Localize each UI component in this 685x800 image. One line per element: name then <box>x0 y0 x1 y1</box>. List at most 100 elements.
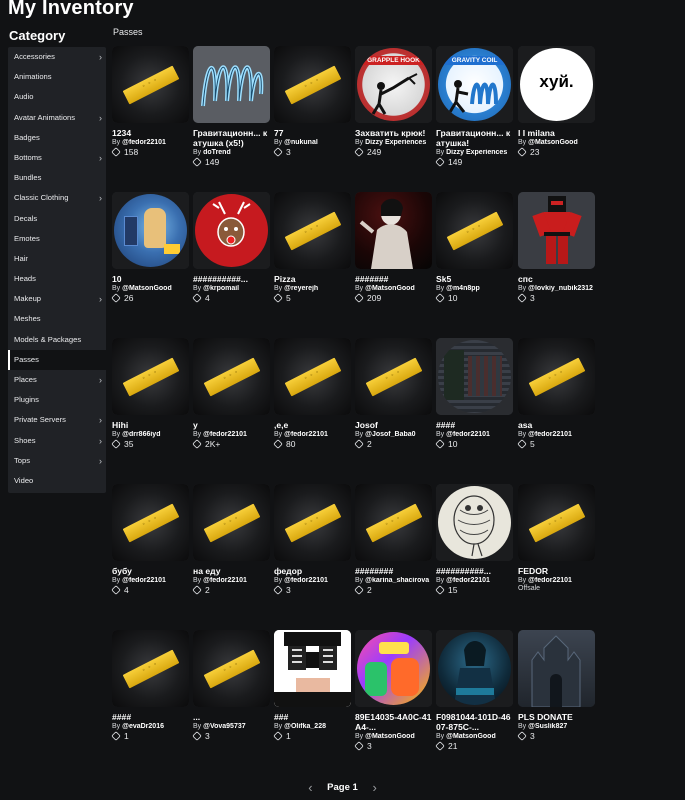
item-card[interactable]: ##########... By @fedor22101 15 <box>435 484 514 614</box>
item-name[interactable]: ,e,e <box>274 420 352 430</box>
item-thumbnail[interactable] <box>112 46 189 123</box>
category-item-private-servers[interactable]: Private Servers › <box>8 410 106 430</box>
item-card[interactable]: 89E14035-4A0C-41A4-... By @MatsonGood 3 <box>354 630 433 760</box>
item-card[interactable]: PizzaBy @reyerejh5 <box>273 192 352 322</box>
item-thumbnail[interactable] <box>193 630 270 707</box>
creator-link[interactable]: @Josof_Baba0 <box>365 431 415 438</box>
item-card[interactable]: GRAPPLE HOOK Захватить крюк! By Dizzy Expe… <box>354 46 433 176</box>
item-name[interactable]: на еду <box>193 566 271 576</box>
item-thumbnail[interactable] <box>436 338 513 415</box>
item-thumbnail[interactable] <box>518 338 595 415</box>
item-name[interactable]: ##########... <box>193 274 271 284</box>
creator-link[interactable]: @fedor22101 <box>284 577 328 584</box>
creator-link[interactable]: @fedor22101 <box>528 577 572 584</box>
item-thumbnail[interactable] <box>112 484 189 561</box>
item-name[interactable]: F0981044-101D-4607-875C-... <box>436 712 514 732</box>
item-name[interactable]: Захватить крюк! <box>355 128 433 138</box>
item-card[interactable]: хуй. I I milana By @MatsonGood 23 <box>517 46 596 176</box>
item-name[interactable]: 89E14035-4A0C-41A4-... <box>355 712 433 732</box>
creator-link[interactable]: @Suslik827 <box>528 723 567 730</box>
category-item-avatar-animations[interactable]: Avatar Animations › <box>8 108 106 128</box>
item-thumbnail[interactable] <box>112 338 189 415</box>
item-thumbnail[interactable] <box>112 192 189 269</box>
item-card[interactable]: 1234By @fedor22101158 <box>111 46 190 176</box>
category-item-shoes[interactable]: Shoes › <box>8 431 106 451</box>
category-item-tops[interactable]: Tops › <box>8 451 106 471</box>
item-name[interactable]: Josof <box>355 420 433 430</box>
category-item-passes[interactable]: Passes <box>8 349 106 370</box>
item-card[interactable]: бубуBy @fedor221014 <box>111 484 190 614</box>
item-card[interactable]: HihiBy @drr866iyd35 <box>111 338 190 468</box>
category-item-badges[interactable]: Badges <box>8 128 106 148</box>
category-item-plugins[interactable]: Plugins <box>8 390 106 410</box>
item-card[interactable]: GRAVITY COIL Гравитационн... катушка! By D… <box>435 46 514 176</box>
category-item-bottoms[interactable]: Bottoms › <box>8 148 106 168</box>
item-thumbnail[interactable]: хуй. <box>518 46 595 123</box>
creator-link[interactable]: @Olifka_228 <box>284 723 326 730</box>
item-name[interactable]: PLS DONATE <box>518 712 596 722</box>
creator-link[interactable]: @drr866iyd <box>122 431 160 438</box>
item-name[interactable]: бубу <box>112 566 190 576</box>
item-thumbnail[interactable] <box>274 630 351 707</box>
item-card[interactable]: спс By @lovkiy_nubik2312 3 <box>517 192 596 322</box>
category-item-meshes[interactable]: Meshes <box>8 309 106 329</box>
creator-link[interactable]: @fedor22101 <box>446 431 490 438</box>
item-name[interactable]: 10 <box>112 274 190 284</box>
category-item-emotes[interactable]: Emotes <box>8 229 106 249</box>
creator-link[interactable]: Dizzy Experiences <box>365 139 426 146</box>
category-item-heads[interactable]: Heads <box>8 269 106 289</box>
creator-link[interactable]: @MatsonGood <box>528 139 578 146</box>
item-thumbnail[interactable] <box>436 630 513 707</box>
item-card[interactable]: ########By @karina_shacirova2 <box>354 484 433 614</box>
creator-link[interactable]: @reyerejh <box>284 285 318 292</box>
category-item-audio[interactable]: Audio <box>8 87 106 107</box>
item-thumbnail[interactable] <box>112 630 189 707</box>
item-name[interactable]: Гравитационн... катушка (x5!) <box>193 128 271 148</box>
item-card[interactable]: Sk5By @m4n8pp10 <box>435 192 514 322</box>
item-card[interactable]: Гравитационн... катушка (x5!) By doTrend 1… <box>192 46 271 176</box>
creator-link[interactable]: @fedor22101 <box>446 577 490 584</box>
creator-link[interactable]: @MatsonGood <box>365 285 415 292</box>
creator-link[interactable]: @evaDr2016 <box>122 723 164 730</box>
item-name[interactable]: asa <box>518 420 596 430</box>
category-item-animations[interactable]: Animations <box>8 67 106 87</box>
item-card[interactable]: ### By @Olifka_228 1 <box>273 630 352 760</box>
item-card[interactable]: 77By @nukunal3 <box>273 46 352 176</box>
item-thumbnail[interactable] <box>193 46 270 123</box>
creator-link[interactable]: @lovkiy_nubik2312 <box>528 285 593 292</box>
item-name[interactable]: #### <box>436 420 514 430</box>
item-thumbnail[interactable] <box>193 192 270 269</box>
category-item-decals[interactable]: Decals <box>8 209 106 229</box>
item-card[interactable]: ####By @evaDr20161 <box>111 630 190 760</box>
item-name[interactable]: I I milana <box>518 128 596 138</box>
creator-link[interactable]: @m4n8pp <box>446 285 480 292</box>
category-item-makeup[interactable]: Makeup › <box>8 289 106 309</box>
creator-link[interactable]: @fedor22101 <box>203 577 247 584</box>
item-thumbnail[interactable]: GRAVITY COIL <box>436 46 513 123</box>
item-thumbnail[interactable] <box>518 484 595 561</box>
creator-link[interactable]: doTrend <box>203 149 231 156</box>
item-name[interactable]: ### <box>274 712 352 722</box>
category-item-hair[interactable]: Hair <box>8 249 106 269</box>
creator-link[interactable]: @Vova95737 <box>203 723 246 730</box>
item-card[interactable]: JosofBy @Josof_Baba02 <box>354 338 433 468</box>
item-thumbnail[interactable] <box>274 192 351 269</box>
category-item-places[interactable]: Places › <box>8 370 106 390</box>
item-name[interactable]: федор <box>274 566 352 576</box>
creator-link[interactable]: @krpomail <box>203 285 239 292</box>
item-card[interactable]: F0981044-101D-4607-875C-... By @MatsonGoo… <box>435 630 514 760</box>
item-card[interactable]: #### By @fedor22101 10 <box>435 338 514 468</box>
creator-link[interactable]: Dizzy Experiences <box>446 149 507 156</box>
category-item-models-packages[interactable]: Models & Packages <box>8 330 106 350</box>
item-thumbnail[interactable] <box>355 192 432 269</box>
creator-link[interactable]: @fedor22101 <box>122 577 166 584</box>
creator-link[interactable]: @nukunal <box>284 139 318 146</box>
item-card[interactable]: ##########... By @krpomail 4 <box>192 192 271 322</box>
creator-link[interactable]: @MatsonGood <box>365 733 415 740</box>
item-name[interactable]: ##########... <box>436 566 514 576</box>
creator-link[interactable]: @karina_shacirova <box>365 577 429 584</box>
category-item-classic-clothing[interactable]: Classic Clothing › <box>8 188 106 208</box>
item-name[interactable]: 1234 <box>112 128 190 138</box>
creator-link[interactable]: @MatsonGood <box>122 285 172 292</box>
item-thumbnail[interactable] <box>274 46 351 123</box>
